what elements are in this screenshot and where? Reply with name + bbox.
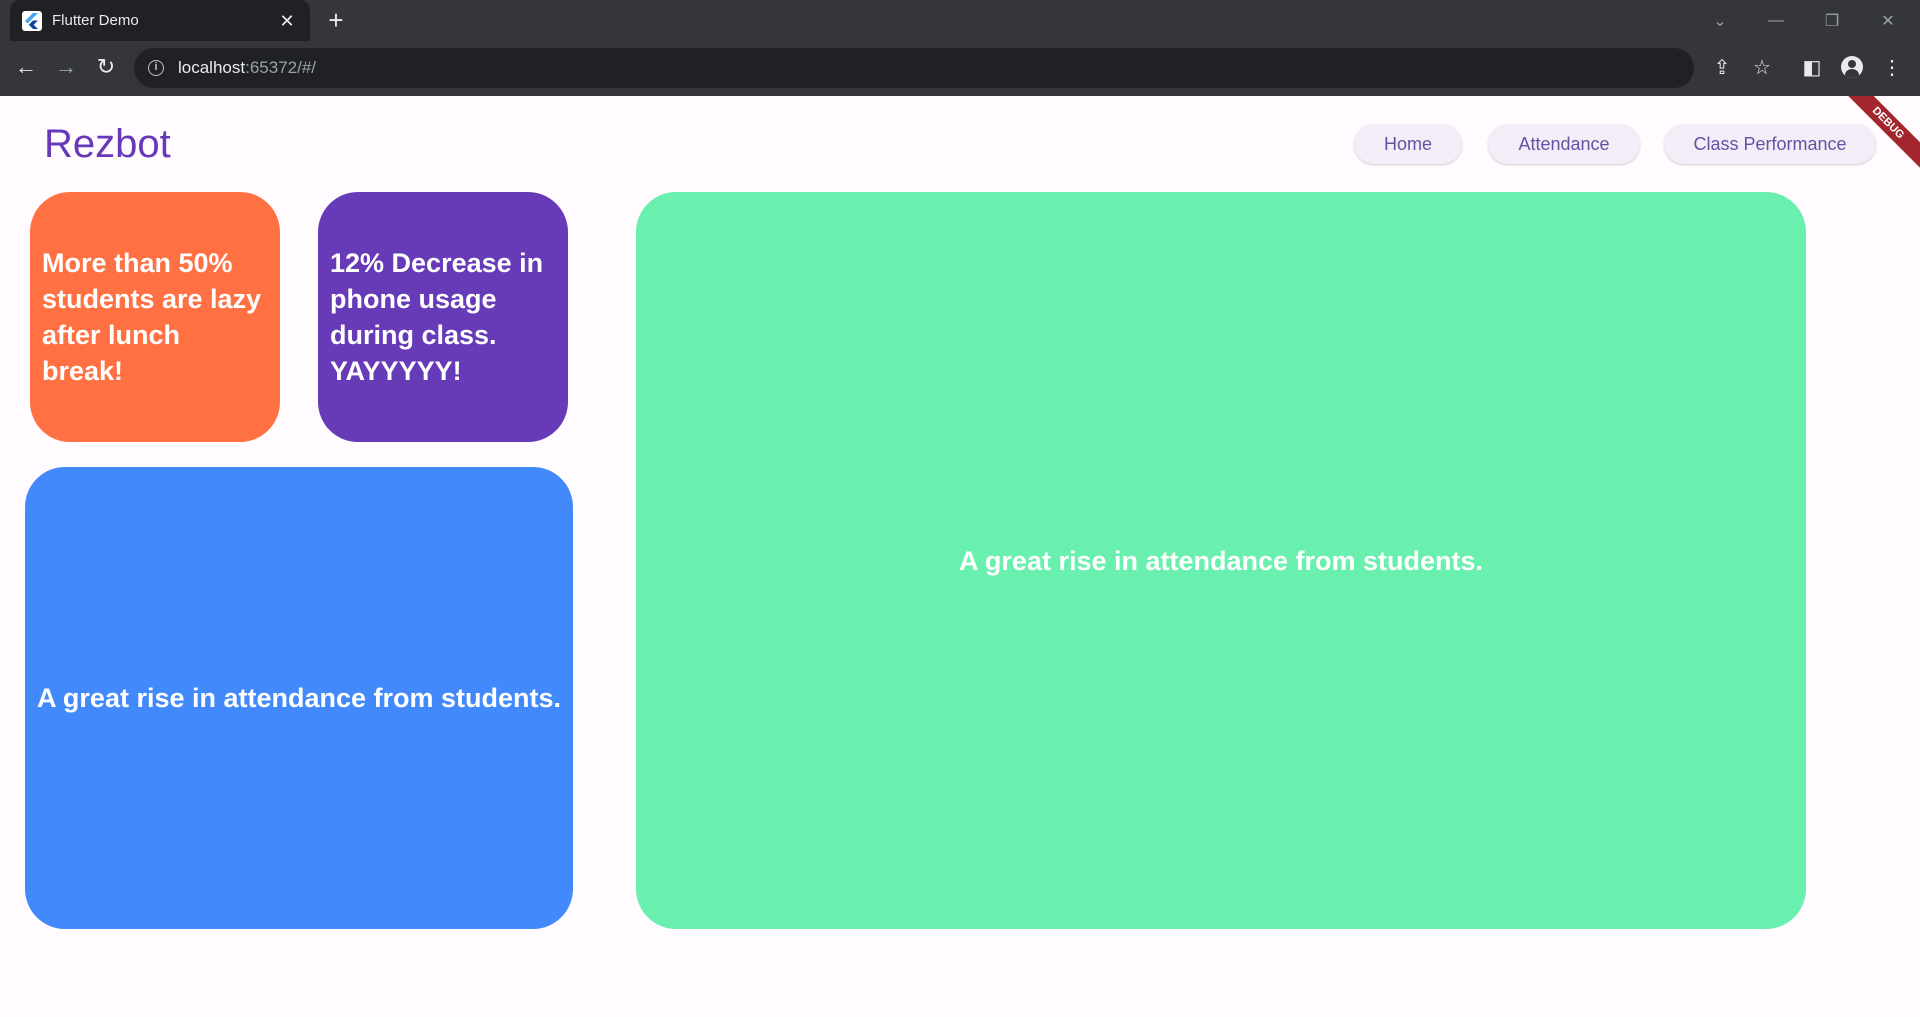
nav-home-button[interactable]: Home [1354, 124, 1462, 164]
flutter-icon [22, 10, 42, 31]
url-host: localhost [178, 58, 246, 77]
close-window-icon[interactable]: ✕ [1860, 0, 1916, 41]
forward-icon[interactable]: → [48, 49, 84, 85]
stat-card-green: A great rise in attendance from students… [636, 192, 1806, 929]
tab-title: Flutter Demo [52, 12, 139, 29]
stat-card-text: A great rise in attendance from students… [958, 545, 1484, 576]
nav-attendance-button[interactable]: Attendance [1488, 124, 1640, 164]
avatar [1841, 56, 1863, 78]
reload-icon[interactable]: ↻ [88, 49, 124, 85]
tab-search-icon[interactable]: ⌄ [1692, 0, 1748, 41]
stat-card-purple: 12% Decrease in phone usage during class… [318, 192, 568, 442]
url-path: :65372/#/ [245, 58, 317, 77]
share-icon[interactable]: ⇪ [1706, 51, 1738, 83]
browser-tab[interactable]: Flutter Demo ✕ [10, 0, 310, 41]
stat-card-text: More than 50% students are lazy after lu… [42, 248, 262, 386]
close-tab-icon[interactable]: ✕ [276, 10, 298, 32]
menu-kebab-icon[interactable]: ⋮ [1874, 49, 1910, 85]
browser-tabstrip: Flutter Demo ✕ + ⌄ — ❐ ✕ [0, 0, 1920, 41]
browser-toolbar: ← → ↻ i localhost:65372/#/ ⇪ ☆ ◧ ⋮ [0, 41, 1920, 96]
stat-card-text: A great rise in attendance from students… [36, 683, 562, 713]
site-info-icon[interactable]: i [148, 60, 164, 76]
app-viewport: Rezbot Home Attendance Class Performance… [0, 96, 1920, 1017]
stat-card-orange: More than 50% students are lazy after lu… [30, 192, 280, 442]
stat-card-blue: A great rise in attendance from students… [25, 467, 573, 929]
minimize-icon[interactable]: — [1748, 0, 1804, 41]
bookmark-star-icon[interactable]: ☆ [1746, 51, 1778, 83]
restore-icon[interactable]: ❐ [1804, 0, 1860, 41]
side-panel-icon[interactable]: ◧ [1794, 49, 1830, 85]
nav-class-performance-button[interactable]: Class Performance [1664, 124, 1876, 164]
app-title: Rezbot [44, 122, 171, 166]
stat-card-text: 12% Decrease in phone usage during class… [330, 248, 544, 386]
address-bar[interactable]: i localhost:65372/#/ [134, 48, 1694, 88]
new-tab-button[interactable]: + [322, 7, 350, 35]
profile-icon[interactable] [1834, 49, 1870, 85]
back-icon[interactable]: ← [8, 49, 44, 85]
